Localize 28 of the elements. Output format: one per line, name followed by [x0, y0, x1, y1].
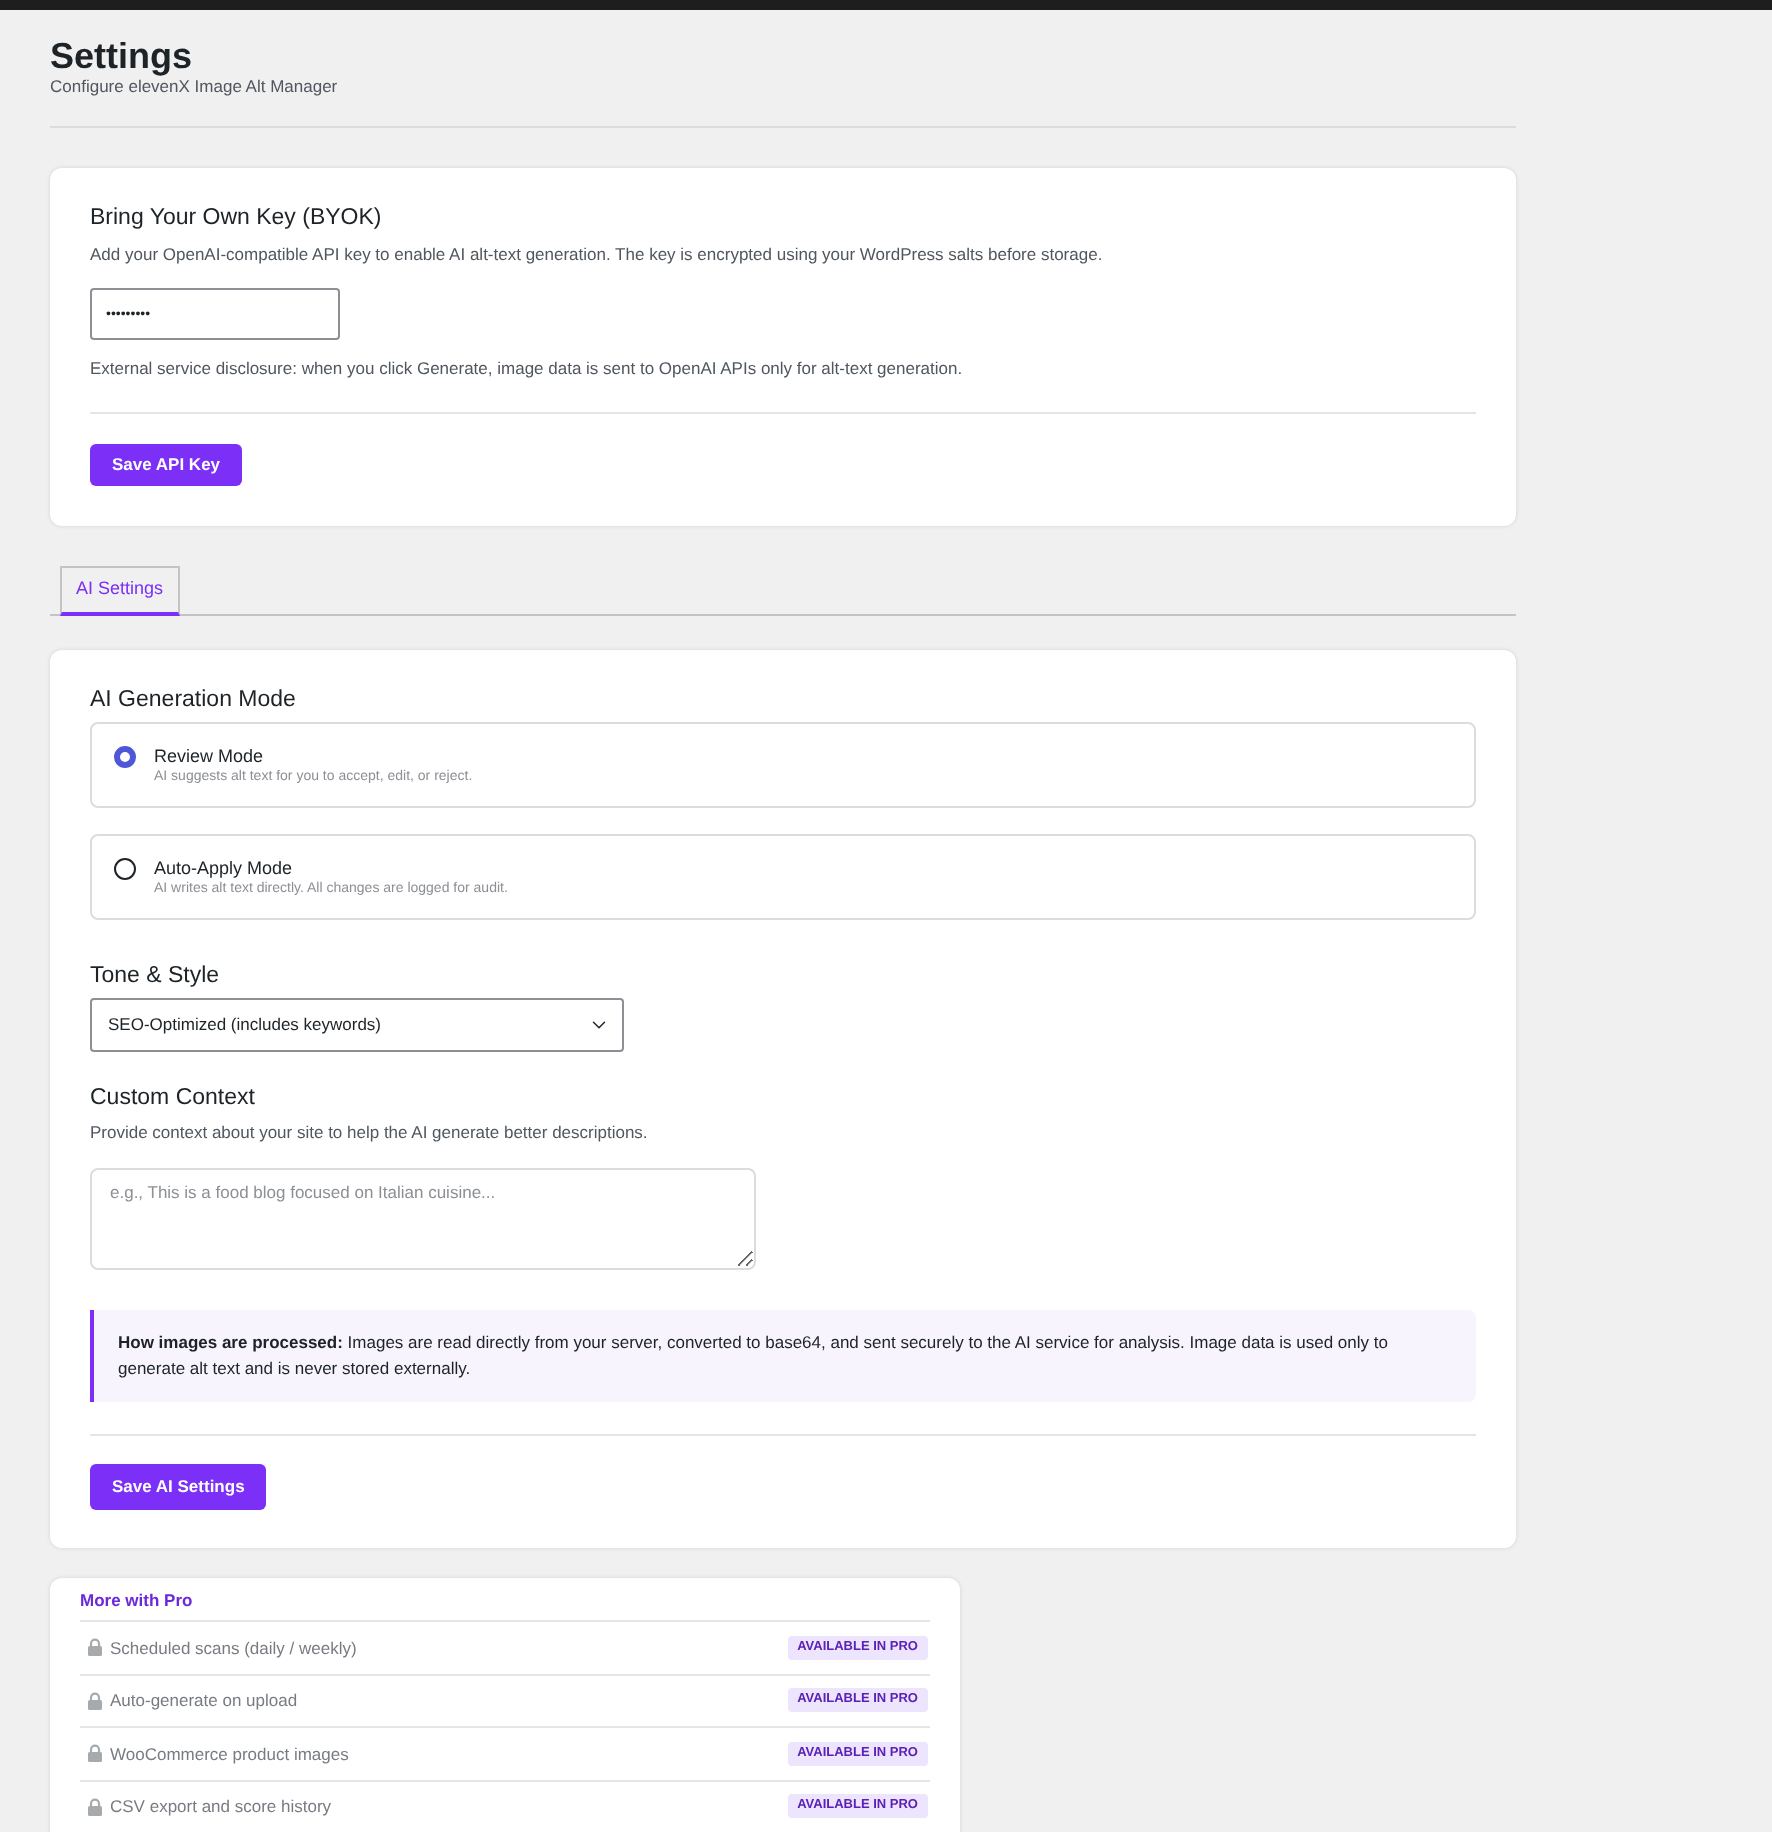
feature-label: Scheduled scans (daily / weekly)	[110, 1635, 357, 1661]
radio-button[interactable]	[114, 858, 136, 881]
page-title: Settings	[50, 36, 195, 76]
lock-icon	[88, 1638, 102, 1657]
section-heading: More with Pro	[80, 1588, 195, 1615]
field-label: Custom Context	[90, 1084, 257, 1115]
section-heading: Bring Your Own Key (BYOK)	[90, 204, 384, 234]
field-label: Tone & Style	[90, 962, 222, 993]
description-text: Add your OpenAI-compatible API key to enable AI alt-text generation. The key is encrypted using your WordPress salts before storage.	[90, 242, 1105, 266]
context-field[interactable]: e.g., This is a food blog focused on Italian cuisine...	[90, 1168, 756, 1271]
tone-select[interactable]: SEO-Optimized (includes keywords)	[90, 998, 624, 1053]
page-subtitle: Configure elevenX Image Alt Manager	[50, 76, 340, 98]
info-note: How images are processed: Images are read directly from your server, converted to base64, and sent securely to the AI service for analysis. Image data is used only to generate alt text and is never stored externally.	[90, 1310, 1476, 1403]
lock-icon	[88, 1691, 102, 1710]
description-text: Provide context about your site to help the AI generate better descriptions.	[90, 1120, 650, 1145]
mode-title: Auto-Apply Mode	[154, 856, 295, 881]
save-api-key-button[interactable]: Save API Key	[90, 444, 243, 486]
lock-icon	[88, 1744, 102, 1763]
save-ai-settings-button[interactable]: Save AI Settings	[90, 1464, 267, 1511]
settings-tab[interactable]: AI Settings	[60, 566, 180, 617]
mode-title: Review Mode	[154, 744, 266, 769]
lock-icon	[88, 1797, 102, 1816]
feature-label: Auto-generate on upload	[110, 1688, 298, 1714]
section-heading: AI Generation Mode	[90, 686, 298, 717]
disclosure-text: External service disclosure: when you click Generate, image data is sent to OpenAI APIs only for alt-text generation.	[90, 356, 965, 380]
feature-label: CSV export and score history	[110, 1794, 332, 1820]
radio-button[interactable]	[114, 746, 136, 769]
feature-label: WooCommerce product images	[110, 1741, 349, 1767]
